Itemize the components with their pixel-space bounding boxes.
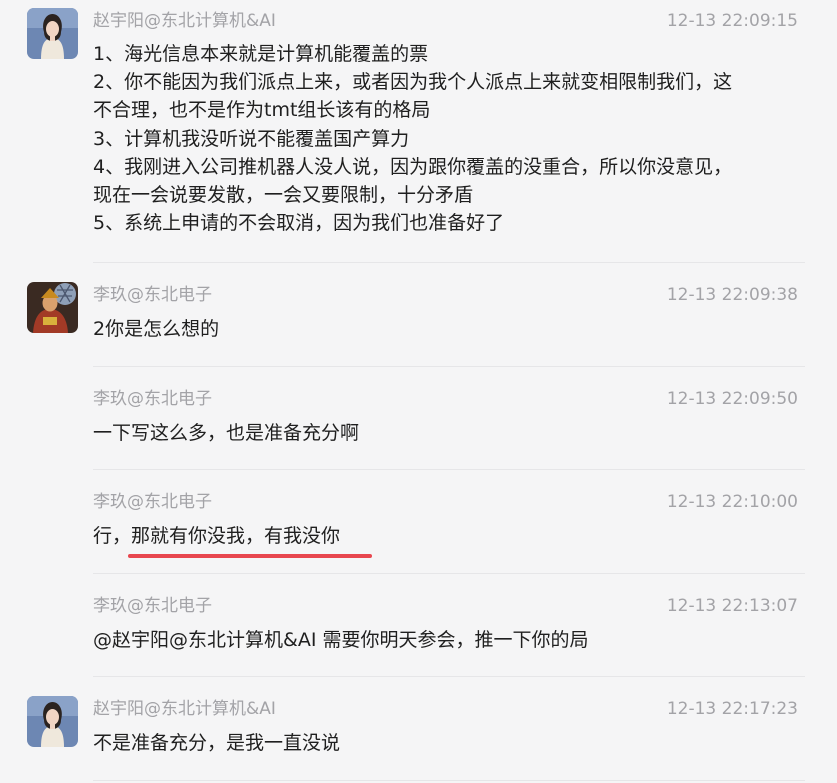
sender-name: 李玖@东北电子 — [93, 492, 212, 512]
avatar-li-jiu[interactable] — [27, 282, 78, 333]
message-timestamp: 12-13 22:17:23 — [666, 699, 798, 719]
message-timestamp: 12-13 22:13:07 — [666, 596, 798, 616]
message-line: @赵宇阳@东北计算机&AI 需要你明天参会，推一下你的局 — [93, 629, 589, 651]
message-line: 1、海光信息本来就是计算机能覆盖的票 — [93, 43, 429, 65]
avatar-zhao-yuyang[interactable] — [27, 8, 78, 59]
message-line: 4、我刚进入公司推机器人没人说，因为跟你覆盖的没重合，所以你没意见， — [93, 155, 733, 178]
message-timestamp: 12-13 22:09:50 — [666, 389, 798, 409]
chat-message-list[interactable]: 赵宇阳@东北计算机&AI 12-13 22:09:15 1、海光信息本来就是计算… — [0, 0, 837, 783]
sender-name: 李玖@东北电子 — [93, 389, 212, 409]
message-text[interactable]: 一下写这么多，也是准备充分啊 — [93, 419, 803, 447]
message-text[interactable]: 行，那就有你没我，有我没你 — [93, 522, 803, 550]
message-item[interactable]: 李玖@东北电子 12-13 22:09:50 一下写这么多，也是准备充分啊 — [0, 367, 837, 469]
message-item[interactable]: 赵宇阳@东北计算机&AI 12-13 22:17:23 不是准备充分，是我一直没… — [0, 677, 837, 783]
message-item[interactable]: 赵宇阳@东北计算机&AI 12-13 22:09:15 1、海光信息本来就是计算… — [0, 0, 837, 262]
sender-name: 赵宇阳@东北计算机&AI — [93, 699, 276, 719]
message-item[interactable]: 李玖@东北电子 12-13 22:13:07 @赵宇阳@东北计算机&AI 需要你… — [0, 574, 837, 676]
message-line: 5、系统上申请的不会取消，因为我们也准备好了 — [93, 212, 505, 235]
message-text[interactable]: @赵宇阳@东北计算机&AI 需要你明天参会，推一下你的局 — [93, 626, 803, 654]
message-divider — [93, 780, 805, 781]
sender-name: 赵宇阳@东北计算机&AI — [93, 11, 276, 31]
message-text[interactable]: 1、海光信息本来就是计算机能覆盖的票 2、你不能因为我们派点上来，或者因为我个人… — [93, 40, 803, 237]
sender-name: 李玖@东北电子 — [93, 596, 212, 616]
message-line: 现在一会说要发散，一会又要限制，十分矛盾 — [93, 184, 474, 207]
message-timestamp: 12-13 22:10:00 — [666, 492, 798, 512]
message-item[interactable]: 李玖@东北电子 12-13 22:10:00 行，那就有你没我，有我没你 — [0, 470, 837, 573]
message-line: 一下写这么多，也是准备充分啊 — [93, 422, 360, 444]
sender-name: 李玖@东北电子 — [93, 285, 212, 305]
message-timestamp: 12-13 22:09:38 — [666, 285, 798, 305]
avatar-zhao-yuyang[interactable] — [27, 696, 78, 747]
message-line: 行，那就有你没我，有我没你 — [93, 525, 341, 547]
message-line: 不合理，也不是作为tmt组长该有的格局 — [93, 99, 431, 122]
highlight-underline — [128, 554, 372, 558]
message-line: 2、你不能因为我们派点上来，或者因为我个人派点上来就变相限制我们，这 — [93, 71, 733, 94]
message-line: 3、计算机我没听说不能覆盖国产算力 — [93, 127, 410, 150]
message-line: 不是准备充分，是我一直没说 — [93, 732, 341, 754]
message-line: 2你是怎么想的 — [93, 318, 220, 340]
message-item[interactable]: 李玖@东北电子 12-13 22:09:38 2你是怎么想的 — [0, 263, 837, 366]
message-timestamp: 12-13 22:09:15 — [666, 11, 798, 31]
message-text[interactable]: 不是准备充分，是我一直没说 — [93, 729, 803, 757]
message-text[interactable]: 2你是怎么想的 — [93, 315, 803, 343]
